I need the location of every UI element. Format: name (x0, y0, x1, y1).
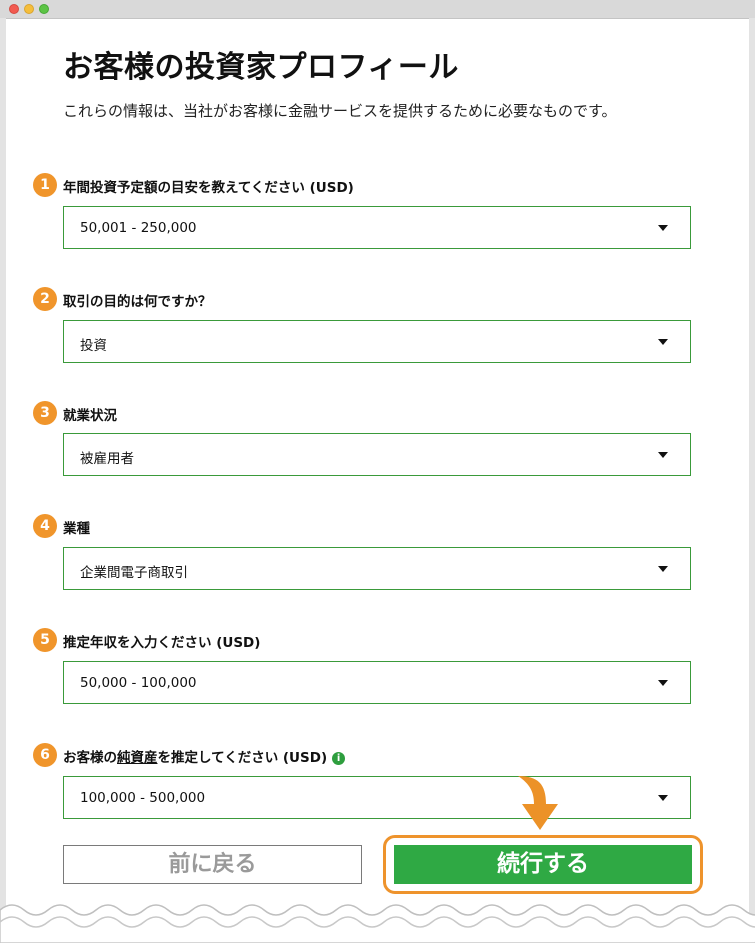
question-label: 推定年収を入力ください (USD) (63, 635, 261, 651)
step-number-badge: 5 (33, 628, 57, 652)
torn-edge-decoration (0, 904, 755, 943)
dropdown-caret-icon (658, 680, 668, 686)
select-value: 50,000 - 100,000 (80, 675, 197, 691)
net-worth-select[interactable]: 100,000 - 500,000 (63, 776, 691, 819)
window-border-left (0, 18, 6, 943)
industry-select[interactable]: 企業間電子商取引 (63, 547, 691, 590)
select-value: 100,000 - 500,000 (80, 790, 206, 806)
continue-button-highlight: 続行する (383, 835, 703, 894)
step-number-badge: 2 (33, 287, 57, 311)
employment-status-select[interactable]: 被雇用者 (63, 433, 691, 476)
annual-investment-select[interactable]: 50,001 - 250,000 (63, 206, 691, 249)
annual-income-select[interactable]: 50,000 - 100,000 (63, 661, 691, 704)
question-label: 業種 (63, 521, 90, 537)
question-label: 取引の目的は何ですか？ (63, 294, 212, 310)
page-subtitle: これらの情報は、当社がお客様に金融サービスを提供するために必要なものです。 (63, 102, 617, 120)
select-value: 企業間電子商取引 (80, 565, 188, 581)
question-label: お客様の純資産を推定してください (USD) i (63, 746, 346, 766)
page-title: お客様の投資家プロフィール (63, 50, 459, 85)
close-window-icon[interactable] (9, 4, 19, 14)
question-label-suffix: を推定してください (USD) (157, 750, 328, 766)
net-worth-term-link[interactable]: 純資産 (117, 750, 158, 766)
question-label-prefix: お客様の (63, 750, 117, 766)
select-value: 投資 (80, 338, 107, 354)
trading-purpose-select[interactable]: 投資 (63, 320, 691, 363)
back-button[interactable]: 前に戻る (63, 845, 362, 884)
dropdown-caret-icon (658, 225, 668, 231)
continue-button[interactable]: 続行する (394, 845, 692, 884)
window-border-right (749, 18, 755, 943)
window-titlebar (0, 0, 755, 19)
step-number-badge: 3 (33, 401, 57, 425)
question-label: 就業状況 (63, 408, 117, 424)
step-number-badge: 6 (33, 743, 57, 767)
app-window: お客様の投資家プロフィール これらの情報は、当社がお客様に金融サービスを提供する… (0, 0, 755, 943)
step-number-badge: 1 (33, 173, 57, 197)
dropdown-caret-icon (658, 339, 668, 345)
select-value: 50,001 - 250,000 (80, 220, 197, 236)
dropdown-caret-icon (658, 452, 668, 458)
step-number-badge: 4 (33, 514, 57, 538)
minimize-window-icon[interactable] (24, 4, 34, 14)
question-label: 年間投資予定額の目安を教えてください (USD) (63, 180, 354, 196)
dropdown-caret-icon (658, 795, 668, 801)
pointer-arrow-icon (518, 776, 558, 830)
dropdown-caret-icon (658, 566, 668, 572)
select-value: 被雇用者 (80, 451, 134, 467)
maximize-window-icon[interactable] (39, 4, 49, 14)
info-icon[interactable]: i (332, 752, 346, 765)
